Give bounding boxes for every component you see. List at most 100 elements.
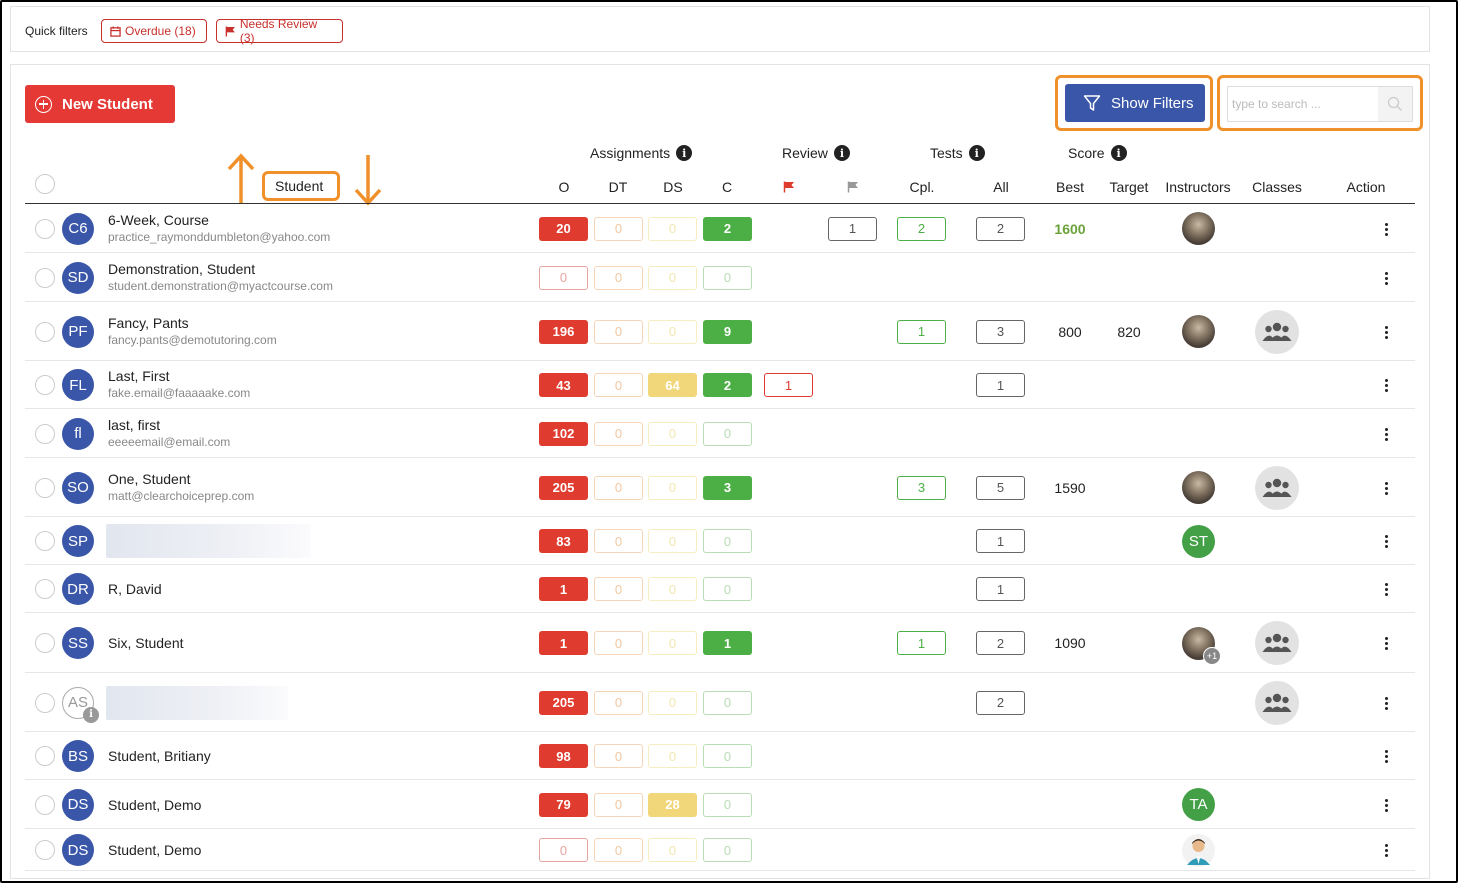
completed-assignments-badge[interactable]: 1 bbox=[703, 631, 752, 655]
sort-ascending-arrow-icon[interactable] bbox=[226, 153, 256, 207]
row-actions-menu[interactable] bbox=[1383, 844, 1389, 857]
review-flag-gray-icon[interactable] bbox=[847, 181, 859, 193]
search-input[interactable] bbox=[1228, 87, 1378, 121]
completed-assignments-badge[interactable]: 0 bbox=[703, 838, 752, 862]
row-select-checkbox[interactable] bbox=[35, 218, 55, 239]
column-header-best[interactable]: Best bbox=[1056, 179, 1084, 195]
ds-assignments-badge[interactable]: 0 bbox=[648, 577, 697, 601]
completed-assignments-badge[interactable]: 9 bbox=[703, 319, 752, 344]
tests-all-badge[interactable]: 2 bbox=[976, 631, 1025, 655]
ds-assignments-badge[interactable]: 0 bbox=[648, 421, 697, 446]
dt-assignments-badge[interactable]: 0 bbox=[594, 529, 643, 553]
student-name[interactable]: Student, Demo bbox=[108, 842, 201, 858]
ds-assignments-badge[interactable]: 0 bbox=[648, 690, 697, 715]
instructor-avatar[interactable] bbox=[1182, 212, 1215, 245]
review-other-badge[interactable]: 1 bbox=[828, 216, 877, 241]
completed-assignments-badge[interactable]: 0 bbox=[703, 690, 752, 715]
student-name[interactable]: Student, Britiany bbox=[108, 748, 211, 764]
info-icon[interactable]: i bbox=[833, 145, 850, 161]
search-button[interactable] bbox=[1378, 87, 1412, 121]
instructor-avatar[interactable] bbox=[1182, 315, 1215, 348]
more-instructors-badge[interactable]: +1 bbox=[1203, 647, 1221, 665]
dt-assignments-badge[interactable]: 0 bbox=[594, 421, 643, 446]
ds-assignments-badge[interactable]: 0 bbox=[648, 838, 697, 862]
overdue-assignments-badge[interactable]: 20 bbox=[539, 216, 588, 241]
column-header-ds[interactable]: DS bbox=[663, 179, 682, 195]
overdue-assignments-badge[interactable]: 205 bbox=[539, 475, 588, 500]
tests-completed-badge[interactable]: 2 bbox=[897, 216, 946, 241]
row-actions-menu[interactable] bbox=[1383, 379, 1389, 392]
tests-all-badge[interactable]: 1 bbox=[976, 577, 1025, 601]
ds-assignments-badge[interactable]: 0 bbox=[648, 475, 697, 500]
tests-completed-badge[interactable]: 1 bbox=[897, 631, 946, 655]
tests-all-badge[interactable]: 1 bbox=[976, 373, 1025, 397]
completed-assignments-badge[interactable]: 0 bbox=[703, 744, 752, 768]
needs-review-filter-chip[interactable]: Needs Review (3) bbox=[216, 17, 343, 45]
completed-assignments-badge[interactable]: 0 bbox=[703, 421, 752, 446]
row-actions-menu[interactable] bbox=[1383, 427, 1389, 441]
overdue-assignments-badge[interactable]: 0 bbox=[539, 265, 588, 290]
row-select-checkbox[interactable] bbox=[35, 423, 55, 444]
completed-assignments-badge[interactable]: 0 bbox=[703, 792, 752, 817]
row-select-checkbox[interactable] bbox=[35, 746, 55, 766]
ds-assignments-badge[interactable]: 0 bbox=[648, 744, 697, 768]
ds-assignments-badge[interactable]: 0 bbox=[648, 265, 697, 290]
overdue-assignments-badge[interactable]: 83 bbox=[539, 529, 588, 553]
row-actions-menu[interactable] bbox=[1383, 325, 1389, 339]
row-select-checkbox[interactable] bbox=[35, 477, 55, 498]
dt-assignments-badge[interactable]: 0 bbox=[594, 265, 643, 290]
ds-assignments-badge[interactable]: 64 bbox=[648, 373, 697, 397]
student-name[interactable]: R, David bbox=[108, 581, 162, 597]
row-actions-menu[interactable] bbox=[1383, 481, 1389, 495]
row-actions-menu[interactable] bbox=[1383, 535, 1389, 548]
row-select-checkbox[interactable] bbox=[35, 375, 55, 395]
completed-assignments-badge[interactable]: 0 bbox=[703, 577, 752, 601]
overdue-assignments-badge[interactable]: 196 bbox=[539, 319, 588, 344]
student-name[interactable]: 6-Week, Course bbox=[108, 212, 209, 228]
overdue-assignments-badge[interactable]: 98 bbox=[539, 744, 588, 768]
row-select-checkbox[interactable] bbox=[35, 633, 55, 653]
row-select-checkbox[interactable] bbox=[35, 579, 55, 599]
tests-completed-badge[interactable]: 3 bbox=[897, 475, 946, 500]
ds-assignments-badge[interactable]: 0 bbox=[648, 216, 697, 241]
completed-assignments-badge[interactable]: 2 bbox=[703, 216, 752, 241]
tests-all-badge[interactable]: 2 bbox=[976, 690, 1025, 715]
overdue-assignments-badge[interactable]: 79 bbox=[539, 792, 588, 817]
row-select-checkbox[interactable] bbox=[35, 321, 55, 342]
instructor-initials-avatar[interactable]: TA bbox=[1182, 788, 1215, 821]
instructor-avatar[interactable] bbox=[1182, 471, 1215, 504]
student-name[interactable]: Last, First bbox=[108, 368, 169, 384]
column-header-o[interactable]: O bbox=[559, 179, 570, 195]
dt-assignments-badge[interactable]: 0 bbox=[594, 319, 643, 344]
ds-assignments-badge[interactable]: 0 bbox=[648, 319, 697, 344]
info-icon[interactable]: i bbox=[1110, 145, 1127, 161]
student-name[interactable]: last, first bbox=[108, 417, 160, 433]
row-select-checkbox[interactable] bbox=[35, 794, 55, 815]
info-icon[interactable]: i bbox=[676, 145, 693, 161]
dt-assignments-badge[interactable]: 0 bbox=[594, 373, 643, 397]
dt-assignments-badge[interactable]: 0 bbox=[594, 631, 643, 655]
ds-assignments-badge[interactable]: 0 bbox=[648, 529, 697, 553]
completed-assignments-badge[interactable]: 0 bbox=[703, 529, 752, 553]
overdue-assignments-badge[interactable]: 205 bbox=[539, 690, 588, 715]
student-name[interactable]: Fancy, Pants bbox=[108, 315, 189, 331]
dt-assignments-badge[interactable]: 0 bbox=[594, 792, 643, 817]
dt-assignments-badge[interactable]: 0 bbox=[594, 577, 643, 601]
tests-all-badge[interactable]: 3 bbox=[976, 319, 1025, 344]
dt-assignments-badge[interactable]: 0 bbox=[594, 744, 643, 768]
student-name[interactable]: Demonstration, Student bbox=[108, 261, 255, 277]
completed-assignments-badge[interactable]: 2 bbox=[703, 373, 752, 397]
select-all-checkbox[interactable] bbox=[35, 174, 55, 194]
student-name[interactable]: One, Student bbox=[108, 471, 191, 487]
row-actions-menu[interactable] bbox=[1383, 750, 1389, 763]
overdue-assignments-badge[interactable]: 1 bbox=[539, 631, 588, 655]
column-header-cpl[interactable]: Cpl. bbox=[910, 179, 935, 195]
tests-all-badge[interactable]: 1 bbox=[976, 529, 1025, 553]
tests-all-badge[interactable]: 5 bbox=[976, 475, 1025, 500]
row-select-checkbox[interactable] bbox=[35, 840, 55, 860]
row-actions-menu[interactable] bbox=[1383, 583, 1389, 596]
overdue-assignments-badge[interactable]: 43 bbox=[539, 373, 588, 397]
row-actions-menu[interactable] bbox=[1383, 271, 1389, 285]
sort-descending-arrow-icon[interactable] bbox=[353, 153, 383, 207]
completed-assignments-badge[interactable]: 3 bbox=[703, 475, 752, 500]
